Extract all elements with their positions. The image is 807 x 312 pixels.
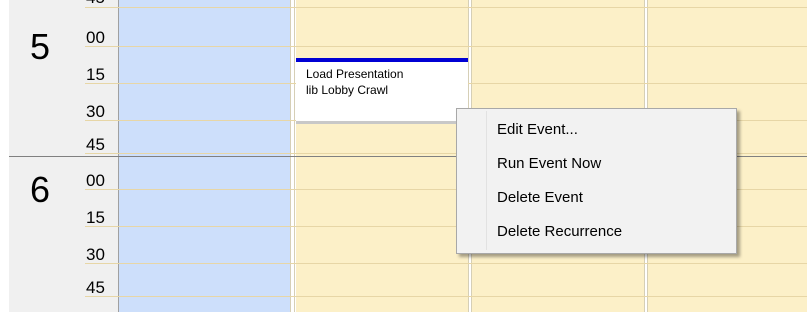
menu-item-label: Edit Event... (497, 121, 578, 138)
slot-divider (85, 263, 807, 264)
minute-label: 30 (86, 102, 105, 121)
minute-label: 00 (86, 171, 105, 190)
menu-item-edit-event[interactable]: Edit Event... (460, 113, 733, 146)
slot-divider (85, 46, 807, 47)
menu-item-label: Delete Event (497, 189, 583, 206)
menu-item-delete-recurrence[interactable]: Delete Recurrence (460, 215, 733, 248)
time-label-partial: 45 (86, 0, 116, 8)
menu-item-label: Delete Recurrence (497, 223, 623, 240)
menu-item-run-event-now[interactable]: Run Event Now (460, 147, 733, 180)
minute-label: 15 (86, 208, 105, 227)
minute-label: 45 (86, 278, 105, 297)
minute-label: 45 (86, 135, 105, 154)
event-title: Load Presentation (306, 67, 404, 81)
menu-item-label: Run Event Now (497, 155, 602, 172)
event-subtitle: lib Lobby Crawl (306, 83, 389, 97)
minute-label: 15 (86, 65, 105, 84)
calendar-event[interactable]: Load Presentation lib Lobby Crawl (296, 58, 468, 124)
minute-label: 30 (86, 245, 105, 264)
menu-item-delete-event[interactable]: Delete Event (460, 181, 733, 214)
event-shadow (296, 121, 468, 124)
hour-label: 5 (29, 26, 50, 67)
hour-label: 6 (29, 169, 50, 210)
event-accent-bar (296, 58, 468, 62)
slot-divider (85, 296, 807, 297)
context-menu: Edit Event... Run Event Now Delete Event… (456, 108, 737, 254)
minute-label: 00 (86, 28, 105, 47)
slot-divider (85, 7, 807, 8)
